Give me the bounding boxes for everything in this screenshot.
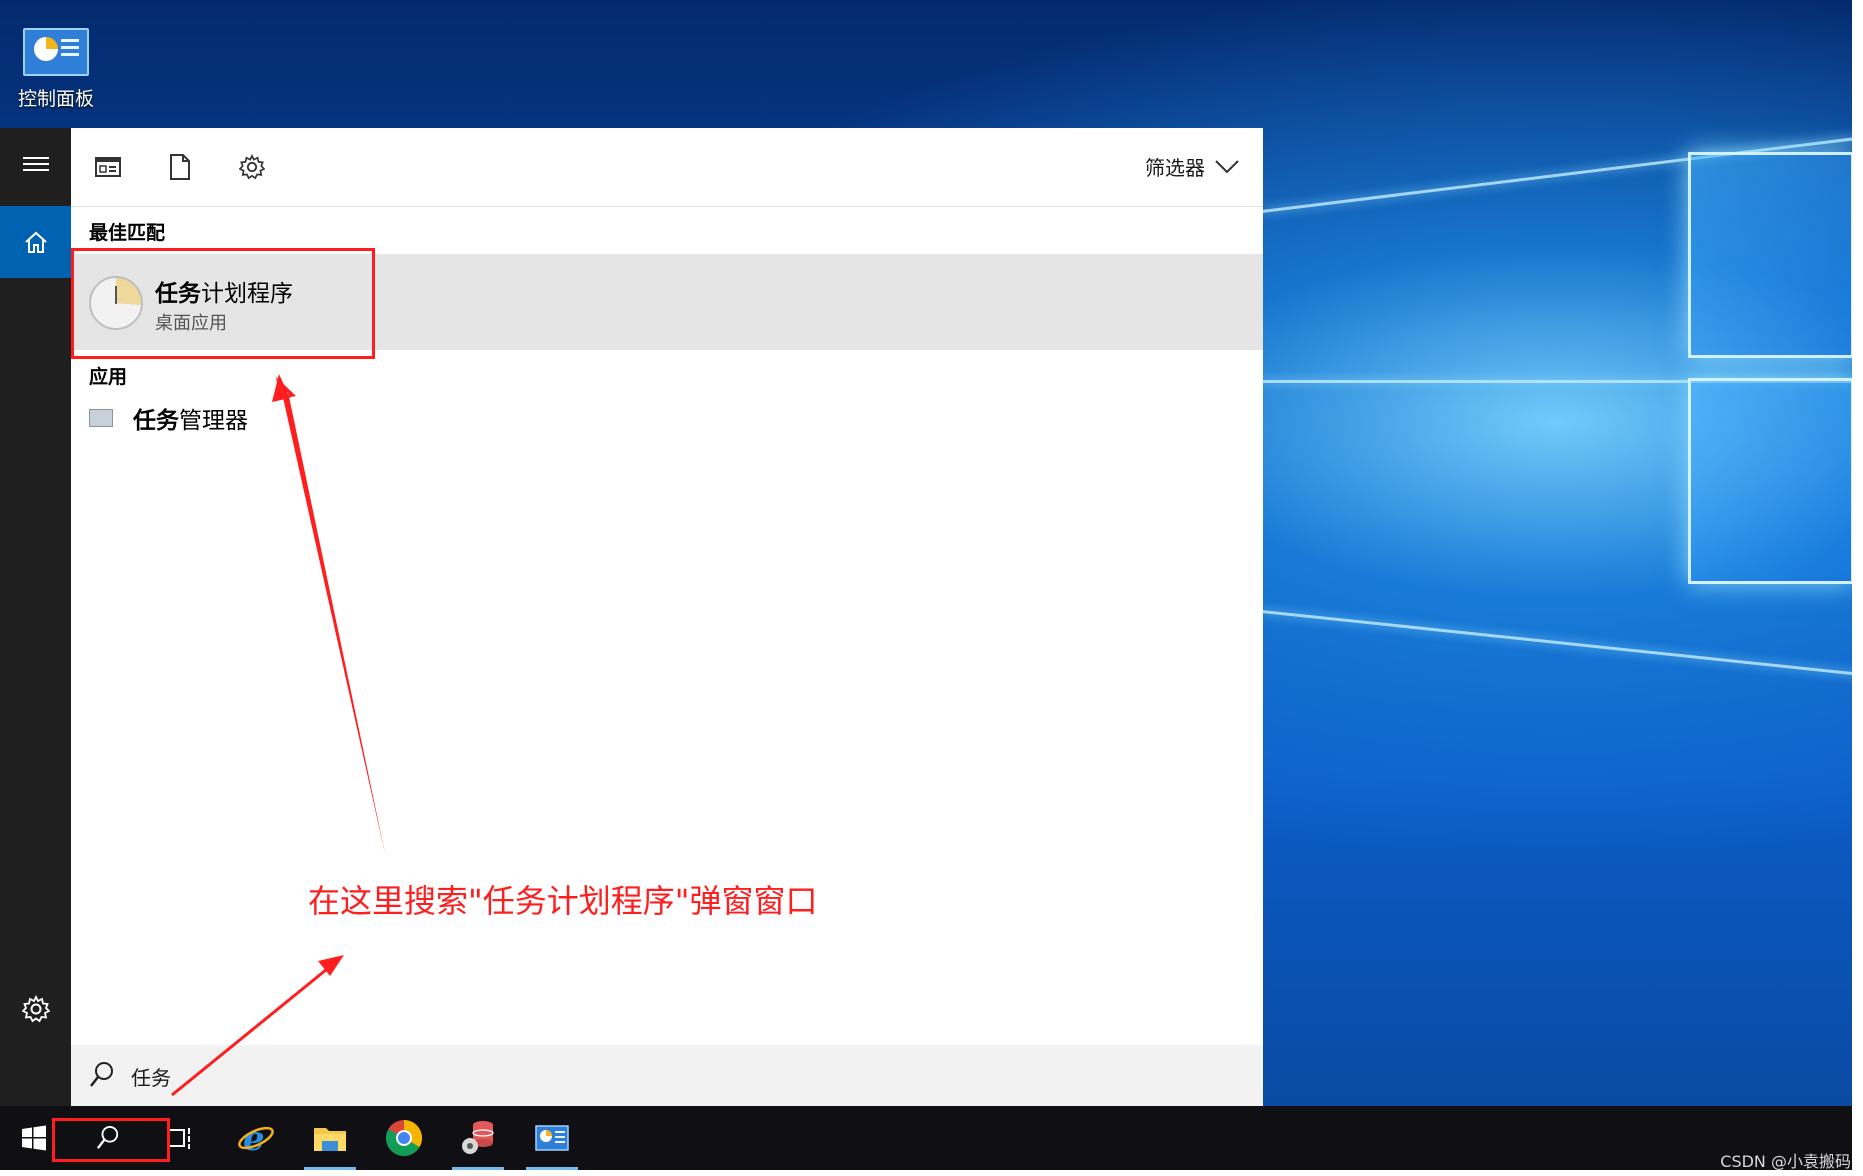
annotation-highlight-best-match (71, 248, 375, 359)
chevron-down-icon (1215, 159, 1239, 173)
hamburger-menu-icon (22, 157, 49, 171)
control-panel-icon (23, 28, 89, 76)
taskbar: e (0, 1106, 1852, 1170)
gear-icon (21, 995, 50, 1023)
taskbar-db-tool[interactable] (448, 1110, 508, 1170)
taskbar-file-explorer[interactable] (300, 1110, 360, 1170)
chrome-icon (385, 1120, 423, 1157)
search-toolbar: 筛选器 (71, 128, 1263, 207)
watermark: CSDN @小袁搬码 (1720, 1152, 1851, 1171)
best-match-heading: 最佳匹配 (89, 222, 166, 244)
rail-settings-button[interactable] (0, 973, 71, 1045)
apps-heading: 应用 (89, 366, 128, 388)
settings-scope-button[interactable] (235, 150, 269, 184)
start-rail (0, 128, 71, 1106)
windows-logo-icon (22, 1125, 46, 1151)
app-result-task-manager[interactable]: 任务管理器 (89, 398, 248, 438)
app-result-name: 任务管理器 (133, 408, 248, 434)
screenshot-margin (1852, 0, 1863, 1176)
screenshot-margin (0, 1170, 1863, 1176)
wallpaper-window-pane (1688, 152, 1852, 358)
filter-label: 筛选器 (1145, 156, 1205, 180)
rail-home-button[interactable] (0, 206, 71, 278)
settings-scope-icon (239, 154, 265, 180)
wallpaper-window-pane (1688, 378, 1852, 584)
documents-scope-button[interactable] (163, 150, 197, 184)
ie-icon: e (238, 1119, 274, 1157)
filter-dropdown[interactable]: 筛选器 (1145, 152, 1239, 181)
hamburger-menu-button[interactable] (0, 128, 71, 200)
search-icon (90, 1062, 113, 1087)
desktop-icon-label: 控制面板 (17, 88, 94, 110)
desktop-icon-control-panel[interactable]: 控制面板 (14, 28, 98, 111)
taskbar-internet-explorer[interactable]: e (226, 1110, 286, 1166)
task-manager-icon (89, 409, 113, 427)
search-input[interactable]: 任务 (131, 1062, 171, 1091)
task-view-icon (167, 1128, 190, 1149)
folder-icon (314, 1128, 346, 1151)
taskbar-control-panel[interactable] (522, 1110, 582, 1170)
wallpaper-light-beam (1261, 610, 1852, 678)
home-icon (24, 231, 47, 253)
annotation-highlight-search-button (52, 1118, 170, 1162)
control-panel-icon (535, 1125, 569, 1151)
apps-scope-button[interactable] (91, 150, 125, 184)
documents-scope-icon (170, 154, 190, 180)
svg-text:e: e (243, 1119, 265, 1157)
taskbar-chrome[interactable] (374, 1110, 434, 1166)
apps-scope-icon (95, 157, 121, 177)
search-box[interactable]: 任务 (71, 1045, 1263, 1106)
annotation-text: 在这里搜索"任务计划程序"弹窗窗口 (308, 882, 818, 920)
database-gear-icon (462, 1121, 494, 1154)
